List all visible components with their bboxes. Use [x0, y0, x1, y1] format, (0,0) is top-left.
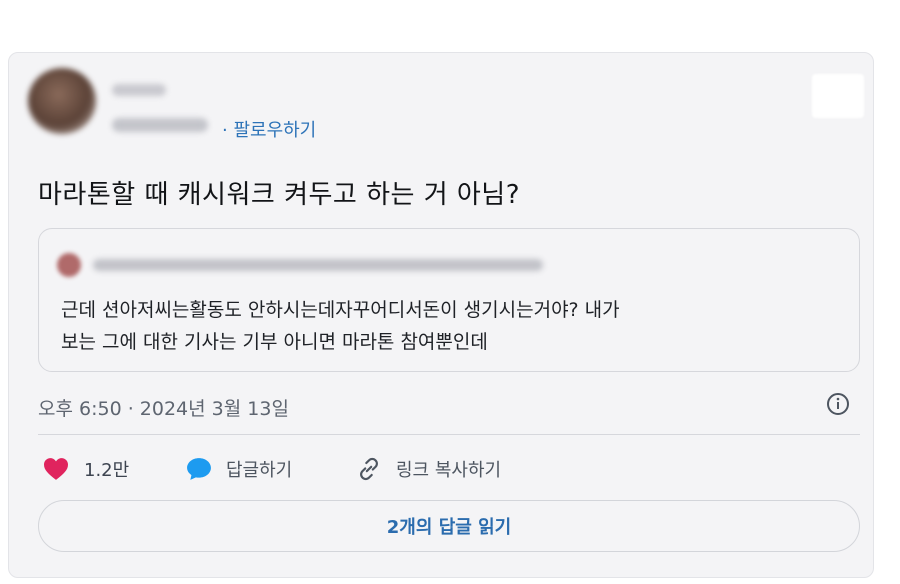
reply-label: 답글하기: [226, 460, 293, 481]
tweet-text: 마라톤할 때 캐시워크 켜두고 하는 거 아님?: [38, 180, 521, 210]
quoted-author-avatar: [57, 253, 81, 277]
quoted-author-redacted: [93, 259, 543, 271]
quoted-text-line-2: 보는 그에 대한 기사는 기부 아니면 마라톤 참여뿐인데: [61, 331, 488, 353]
divider: [38, 434, 860, 435]
like-count: 1.2만: [84, 460, 130, 481]
like-button[interactable]: 1.2만: [42, 456, 129, 482]
quoted-tweet[interactable]: 근데 션아저씨는활동도 안하시는데자꾸어디서돈이 생기시는거야? 내가 보는 그…: [38, 228, 860, 372]
info-icon[interactable]: [826, 392, 850, 416]
copy-link-label: 링크 복사하기: [396, 460, 502, 481]
author-handle-redacted: [112, 118, 208, 132]
reply-button[interactable]: 답글하기: [186, 456, 292, 482]
top-right-redacted-icon: [812, 74, 864, 118]
follow-button[interactable]: · 팔로우하기: [222, 116, 316, 142]
link-icon: [360, 457, 378, 481]
heart-icon: [44, 458, 68, 480]
tweet-timestamp[interactable]: 오후 6:50 · 2024년 3월 13일: [38, 394, 289, 421]
author-name-redacted: [112, 84, 166, 96]
copy-link-button[interactable]: 링크 복사하기: [356, 456, 501, 482]
author-avatar[interactable]: [28, 68, 96, 134]
read-replies-button[interactable]: 2개의 답글 읽기: [38, 500, 860, 552]
quoted-text-line-1: 근데 션아저씨는활동도 안하시는데자꾸어디서돈이 생기시는거야? 내가: [61, 299, 620, 321]
reply-bubble-icon: [187, 458, 211, 480]
